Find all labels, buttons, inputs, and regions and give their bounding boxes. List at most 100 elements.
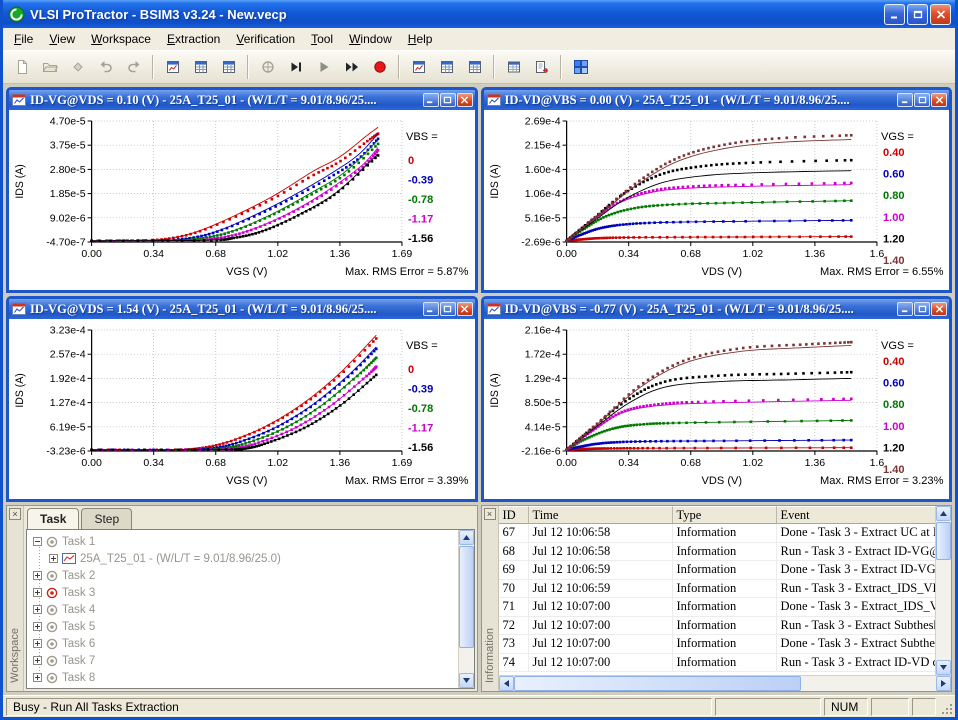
event-scroll-track[interactable] [936, 521, 951, 660]
workspace-panel-close-icon[interactable]: × [9, 508, 21, 520]
chart-window-titlebar[interactable]: ID-VG@VDS = 0.10 (V) - 25A_T25_01 - (W/L… [9, 90, 475, 110]
close-button[interactable] [931, 302, 947, 316]
menu-verification[interactable]: Verification [228, 30, 303, 49]
close-button[interactable] [457, 302, 473, 316]
minimize-button[interactable] [897, 93, 913, 107]
tree-item-task-8[interactable]: Task 8 [27, 669, 458, 686]
column-header-event[interactable]: Event [777, 506, 936, 523]
tab-step[interactable]: Step [81, 508, 132, 529]
tree-item-task-3[interactable]: Task 3 [27, 584, 458, 601]
menu-window[interactable]: Window [341, 30, 400, 49]
chart-window-title: ID-VG@VDS = 1.54 (V) - 25A_T25_01 - (W/L… [30, 302, 419, 317]
tree-item-task-7[interactable]: Task 7 [27, 652, 458, 669]
expand-plus-icon[interactable] [33, 673, 42, 682]
event-hscroll-track[interactable] [514, 676, 937, 691]
tree-item-task-5[interactable]: Task 5 [27, 618, 458, 635]
minimize-button[interactable] [423, 93, 439, 107]
expand-plus-icon[interactable] [33, 639, 42, 648]
tab-task[interactable]: Task [27, 508, 79, 529]
menu-help[interactable]: Help [400, 30, 441, 49]
minimize-button[interactable] [884, 4, 905, 25]
tree-item-task-1[interactable]: Task 1 [27, 533, 458, 550]
toolbar-export-button[interactable] [528, 54, 555, 80]
tree-item-task-4[interactable]: Task 4 [27, 601, 458, 618]
workspace-strip-label[interactable]: Workspace [9, 628, 21, 683]
chart-window-titlebar[interactable]: ID-VD@VBS = 0.00 (V) - 25A_T25_01 - (W/L… [484, 90, 950, 110]
event-table-hscrollbar[interactable] [499, 675, 952, 691]
event-hscroll-left-button[interactable] [499, 676, 514, 691]
event-scroll-up-button[interactable] [936, 506, 951, 521]
menu-extraction[interactable]: Extraction [159, 30, 228, 49]
table-row[interactable]: 70Jul 12 10:06:59InformationRun - Task 3… [499, 580, 936, 599]
expand-plus-icon[interactable] [33, 588, 42, 597]
table-cell: Jul 12 10:06:58 [529, 524, 673, 542]
tree-scroll-thumb[interactable] [459, 546, 474, 648]
table-cell: Information [673, 543, 777, 561]
close-button[interactable] [930, 4, 951, 25]
toolbar-report-5-button[interactable] [433, 54, 460, 80]
toolbar-report-1-button[interactable] [159, 54, 186, 80]
maximize-button[interactable] [440, 93, 456, 107]
toolbar-data-grid-button[interactable] [500, 54, 527, 80]
expand-plus-icon[interactable] [33, 571, 42, 580]
workspace-panel-strip: × Workspace [7, 506, 24, 691]
table-row[interactable]: 74Jul 12 10:07:00InformationRun - Task 3… [499, 654, 936, 673]
close-button[interactable] [931, 93, 947, 107]
information-strip-label[interactable]: Information [484, 628, 496, 683]
tree-scroll-track[interactable] [459, 545, 474, 673]
minimize-button[interactable] [897, 302, 913, 316]
table-row[interactable]: 67Jul 12 10:06:58InformationDone - Task … [499, 524, 936, 543]
event-hscroll-right-button[interactable] [936, 676, 951, 691]
maximize-button[interactable] [914, 302, 930, 316]
task-tree-scrollbar[interactable] [458, 530, 474, 688]
expand-plus-icon[interactable] [33, 605, 42, 614]
table-row[interactable]: 69Jul 12 10:06:59InformationDone - Task … [499, 561, 936, 580]
resize-grip[interactable] [939, 698, 954, 716]
legend-entry: 0 [408, 364, 414, 376]
table-row[interactable]: 68Jul 12 10:06:58InformationRun - Task 3… [499, 543, 936, 562]
information-panel-close-icon[interactable]: × [484, 508, 496, 520]
expand-plus-icon[interactable] [49, 554, 58, 563]
tree-item-label: Task 1 [62, 536, 95, 548]
chart-window-titlebar[interactable]: ID-VD@VBS = -0.77 (V) - 25A_T25_01 - (W/… [484, 299, 950, 319]
menu-file[interactable]: File [6, 30, 41, 49]
tree-scroll-up-button[interactable] [459, 530, 474, 545]
table-row[interactable]: 71Jul 12 10:07:00InformationDone - Task … [499, 598, 936, 617]
tree-item-task-6[interactable]: Task 6 [27, 635, 458, 652]
maximize-button[interactable] [914, 93, 930, 107]
toolbar-report-6-button[interactable] [461, 54, 488, 80]
chart-window-titlebar[interactable]: ID-VG@VDS = 1.54 (V) - 25A_T25_01 - (W/L… [9, 299, 475, 319]
table-row[interactable]: 73Jul 12 10:07:00InformationDone - Task … [499, 635, 936, 654]
column-header-id[interactable]: ID [499, 506, 529, 523]
event-table-vscrollbar[interactable] [935, 506, 951, 675]
expand-plus-icon[interactable] [33, 656, 42, 665]
event-hscroll-thumb[interactable] [514, 676, 801, 691]
menu-tool[interactable]: Tool [303, 30, 341, 49]
menu-view[interactable]: View [41, 30, 83, 49]
minimize-button[interactable] [423, 302, 439, 316]
toolbar-tile-windows-button[interactable] [567, 54, 594, 80]
app-icon [8, 6, 25, 23]
column-header-time[interactable]: Time [529, 506, 673, 523]
toolbar-report-4-button[interactable] [405, 54, 432, 80]
event-scroll-thumb[interactable] [936, 522, 951, 560]
close-button[interactable] [457, 93, 473, 107]
tree-item-task-2[interactable]: Task 2 [27, 567, 458, 584]
maximize-button[interactable] [440, 302, 456, 316]
table-row[interactable]: 72Jul 12 10:07:00InformationRun - Task 3… [499, 617, 936, 636]
window-titlebar[interactable]: VLSI ProTractor - BSIM3 v3.24 - New.vecp [3, 0, 955, 28]
tree-scroll-down-button[interactable] [459, 673, 474, 688]
toolbar-stop-button[interactable] [366, 54, 393, 80]
toolbar-report-3-button[interactable] [215, 54, 242, 80]
column-header-type[interactable]: Type [673, 506, 777, 523]
menu-workspace[interactable]: Workspace [83, 30, 159, 49]
event-scroll-down-button[interactable] [936, 660, 951, 675]
toolbar-run-all-button[interactable] [338, 54, 365, 80]
maximize-button[interactable] [907, 4, 928, 25]
expand-minus-icon[interactable] [33, 537, 42, 546]
tree-item-25a-t25-01-w-l-t-9-01-8-96-2[interactable]: 25A_T25_01 - (W/L/T = 9.01/8.96/25.0) [27, 550, 458, 567]
expand-plus-icon[interactable] [33, 622, 42, 631]
toolbar-step-forward-button[interactable] [282, 54, 309, 80]
toolbar-report-2-button[interactable] [187, 54, 214, 80]
chart-window-1: ID-VG@VDS = 0.10 (V) - 25A_T25_01 - (W/L… [6, 87, 478, 293]
